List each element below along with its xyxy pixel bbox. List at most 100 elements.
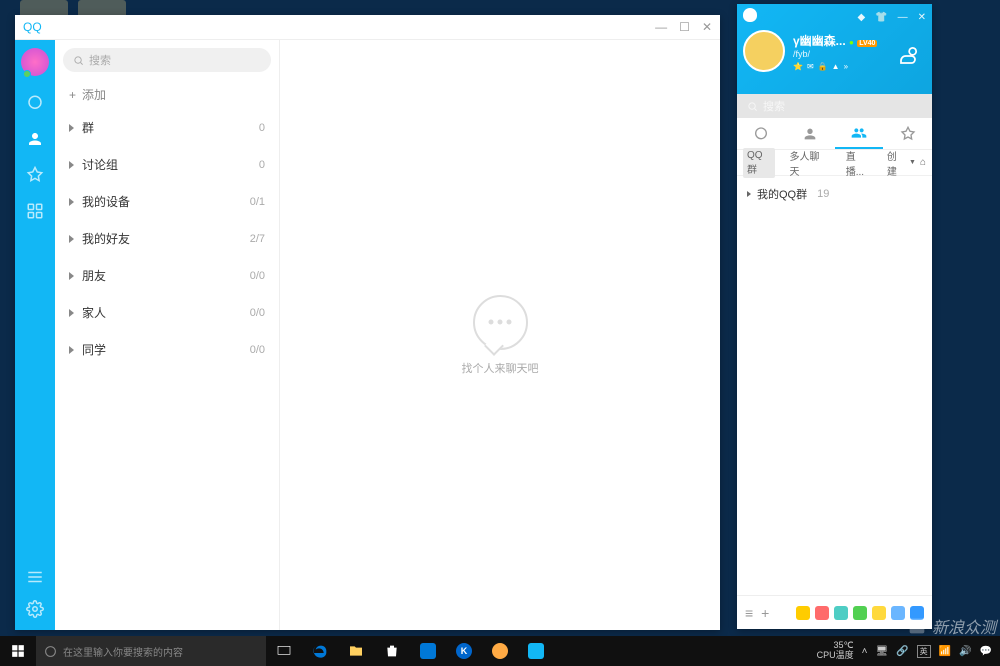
empty-chat-icon [473,295,528,350]
maximize-button[interactable]: ☐ [679,20,690,34]
minimize-button[interactable]: — [655,20,667,34]
app-icon[interactable] [891,606,905,620]
app-icon[interactable] [853,606,867,620]
tab-groups[interactable] [835,118,884,149]
mini-tabs [737,118,932,150]
ime-icon[interactable]: 英 [917,645,931,658]
contacts-icon[interactable] [26,130,44,148]
system-tray: 35℃ CPU温度 ˄ 🖥 🔗 英 📶 🔊 💬 [817,641,1000,661]
mini-close[interactable]: ✕ [918,12,926,23]
tab-favorites[interactable] [883,118,932,149]
cpu-temp[interactable]: 35℃ CPU温度 [817,641,854,661]
group-item-discuss[interactable]: 讨论组0 [55,146,279,183]
star-icon[interactable] [26,166,44,184]
subtab-groups[interactable]: QQ群 [743,148,775,178]
app-icon[interactable]: K [446,636,482,666]
skin-icon[interactable]: ◆ [857,12,865,23]
explorer-icon[interactable] [338,636,374,666]
add-icon[interactable]: + [761,605,769,621]
mini-header: ◆ 👕 — ✕ γ幽幽森... ● LV40 /fyb/ ⭐ ✉ 🔒 ▲ » [737,4,932,94]
create-button[interactable]: 创建 [887,148,905,178]
subtab-live[interactable]: 直播... [842,146,877,180]
qq-logo-icon [743,8,757,22]
add-button[interactable]: + 添加 [55,80,279,109]
home-icon[interactable]: ⌂ [920,157,926,168]
badge-icon[interactable]: ⭐ [793,62,803,71]
signature[interactable]: /fyb/ [793,49,877,59]
chat-area: 找个人来聊天吧 [280,40,720,630]
mini-group-list: 我的QQ群 19 [737,176,932,595]
tab-messages[interactable] [737,118,786,149]
start-button[interactable] [0,636,36,666]
username[interactable]: γ幽幽森... ● LV40 [793,32,877,49]
menu-icon[interactable]: ≡ [745,605,753,621]
tab-contacts[interactable] [786,118,835,149]
tray-chevron-icon[interactable]: ˄ [862,646,868,657]
group-item-devices[interactable]: 我的设备0/1 [55,183,279,220]
group-item-pengyou[interactable]: 朋友0/0 [55,257,279,294]
mini-subtabs: QQ群 多人聊天 直播... 创建▼ ⌂ [737,150,932,176]
weather-icon[interactable] [894,42,922,70]
app-icon[interactable] [410,636,446,666]
chevron-right-icon [69,161,74,169]
group-item-family[interactable]: 家人0/0 [55,294,279,331]
chevron-right-icon [69,198,74,206]
group-item-classmates[interactable]: 同学0/0 [55,331,279,368]
apps-icon[interactable] [26,202,44,220]
add-label: 添加 [82,86,106,103]
network-icon[interactable]: 📶 [939,646,951,657]
chevron-right-icon [69,272,74,280]
badge-icon[interactable]: » [844,62,848,71]
tray-icon[interactable]: 🔗 [896,646,908,657]
search-placeholder: 搜索 [89,52,111,68]
settings-icon[interactable] [26,600,44,618]
titlebar[interactable]: QQ — ☐ ✕ [15,15,720,40]
app-icon[interactable] [482,636,518,666]
app-icon[interactable] [815,606,829,620]
mini-search-input[interactable]: 搜索 [737,94,932,118]
taskbar: 在这里输入你要搜索的内容 K 35℃ CPU温度 ˄ 🖥 🔗 英 📶 🔊 💬 [0,636,1000,666]
app-title: QQ [23,20,42,34]
chevron-right-icon [69,309,74,317]
search-icon [73,55,84,66]
group-item-qun[interactable]: 群0 [55,109,279,146]
badges: ⭐ ✉ 🔒 ▲ » [793,62,877,71]
task-view-icon[interactable] [266,636,302,666]
app-icon[interactable] [834,606,848,620]
badge-icon[interactable]: ▲ [832,62,840,71]
mini-bottom-bar: ≡ + [737,595,932,629]
menu-icon[interactable] [26,568,44,586]
badge-icon[interactable]: 🔒 [818,62,828,71]
chevron-right-icon [69,124,74,132]
close-button[interactable]: ✕ [702,20,712,34]
subtab-multichat[interactable]: 多人聊天 [785,146,831,180]
app-icon[interactable] [796,606,810,620]
chat-icon[interactable] [26,94,44,112]
edge-icon[interactable] [302,636,338,666]
search-icon [747,101,758,112]
tray-icon[interactable]: 🖥 [875,646,888,657]
app-icon[interactable] [872,606,886,620]
store-icon[interactable] [374,636,410,666]
search-input[interactable]: 搜索 [63,48,271,72]
chevron-right-icon [69,235,74,243]
group-item-friends[interactable]: 我的好友2/7 [55,220,279,257]
qq-mini-window: ◆ 👕 — ✕ γ幽幽森... ● LV40 /fyb/ ⭐ ✉ 🔒 ▲ » 搜 [737,4,932,629]
status-indicator [23,70,31,78]
left-sidebar [15,40,55,630]
cortana-search[interactable]: 在这里输入你要搜索的内容 [36,636,266,666]
badge-icon[interactable]: ✉ [807,62,814,71]
tshirt-icon[interactable]: 👕 [875,12,887,23]
plus-icon: + [69,88,76,102]
mini-minimize[interactable]: — [898,12,908,23]
watermark: 新浪众测 [906,614,996,638]
chevron-right-icon [747,191,751,197]
qq-taskbar-icon[interactable] [518,636,554,666]
volume-icon[interactable]: 🔊 [959,646,971,657]
chevron-right-icon [69,346,74,354]
mini-avatar[interactable] [743,30,785,72]
user-avatar[interactable] [21,48,49,76]
group-my-groups[interactable]: 我的QQ群 19 [747,182,922,206]
contact-list-panel: 搜索 + 添加 群0 讨论组0 我的设备0/1 我的好友2/7 朋友0/0 家人… [55,40,280,630]
notifications-icon[interactable]: 💬 [980,646,992,657]
